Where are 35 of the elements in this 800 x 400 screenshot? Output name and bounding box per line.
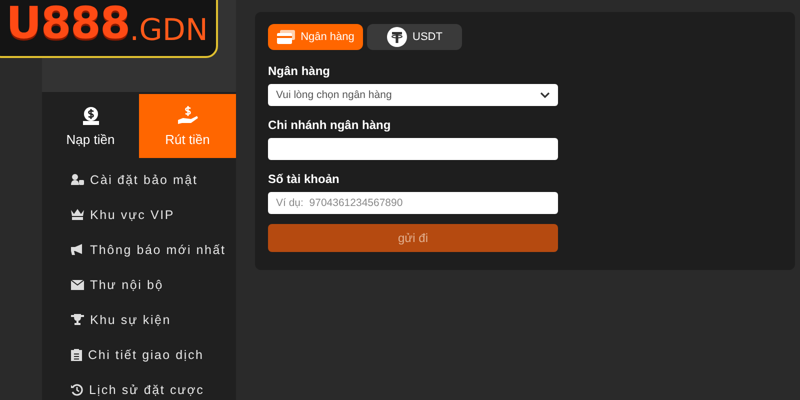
menu-item[interactable]: Khu sự kiện: [42, 302, 236, 337]
input-field[interactable]: Ví dụ: 9704361234567890: [268, 192, 558, 214]
hand-dollar-icon: [176, 106, 198, 126]
envelope-icon: [71, 280, 84, 290]
field-label: Ngân hàng: [268, 64, 331, 78]
input-field[interactable]: [268, 138, 558, 160]
bank-select[interactable]: Vui lòng chọn ngân hàng: [268, 84, 558, 106]
clipboard-icon: [71, 348, 82, 360]
megaphone-icon: [71, 244, 84, 255]
chevron-down-icon: [540, 92, 550, 98]
menu-item[interactable]: Chi tiết giao dịch: [42, 337, 236, 372]
logo-domain: .GDN: [130, 16, 208, 46]
menu-label: Thư nội bộ: [90, 278, 164, 292]
menu-label: Khu vực VIP: [90, 208, 175, 222]
menu-item[interactable]: Thư nội bộ: [42, 267, 236, 302]
menu-item[interactable]: Thông báo mới nhất: [42, 232, 236, 267]
menu-label: Chi tiết giao dịch: [88, 348, 204, 362]
menu-item[interactable]: Cài đặt bảo mật: [42, 162, 236, 197]
trophy-icon: [71, 314, 84, 325]
menu-item[interactable]: Lịch sử đặt cược: [42, 372, 236, 400]
crown-icon: [71, 209, 84, 220]
field-label: Số tài khoản: [268, 172, 340, 186]
user-lock-icon: [71, 174, 84, 185]
logo-text: U888: [6, 2, 130, 46]
coin-box-icon: [80, 106, 100, 126]
menu-label: Cài đặt bảo mật: [90, 172, 198, 186]
menu-label: Lịch sử đặt cược: [89, 382, 204, 396]
menu-item[interactable]: Khu vực VIP: [42, 197, 236, 232]
history-icon: [71, 384, 83, 396]
tether-icon: [386, 27, 407, 47]
field-label: Chi nhánh ngân hàng: [268, 118, 392, 132]
method-tab[interactable]: USDT: [367, 24, 462, 50]
cards-icon: [276, 30, 295, 44]
menu-label: Thông báo mới nhất: [90, 242, 226, 256]
menu-label: Khu sự kiện: [90, 312, 172, 326]
